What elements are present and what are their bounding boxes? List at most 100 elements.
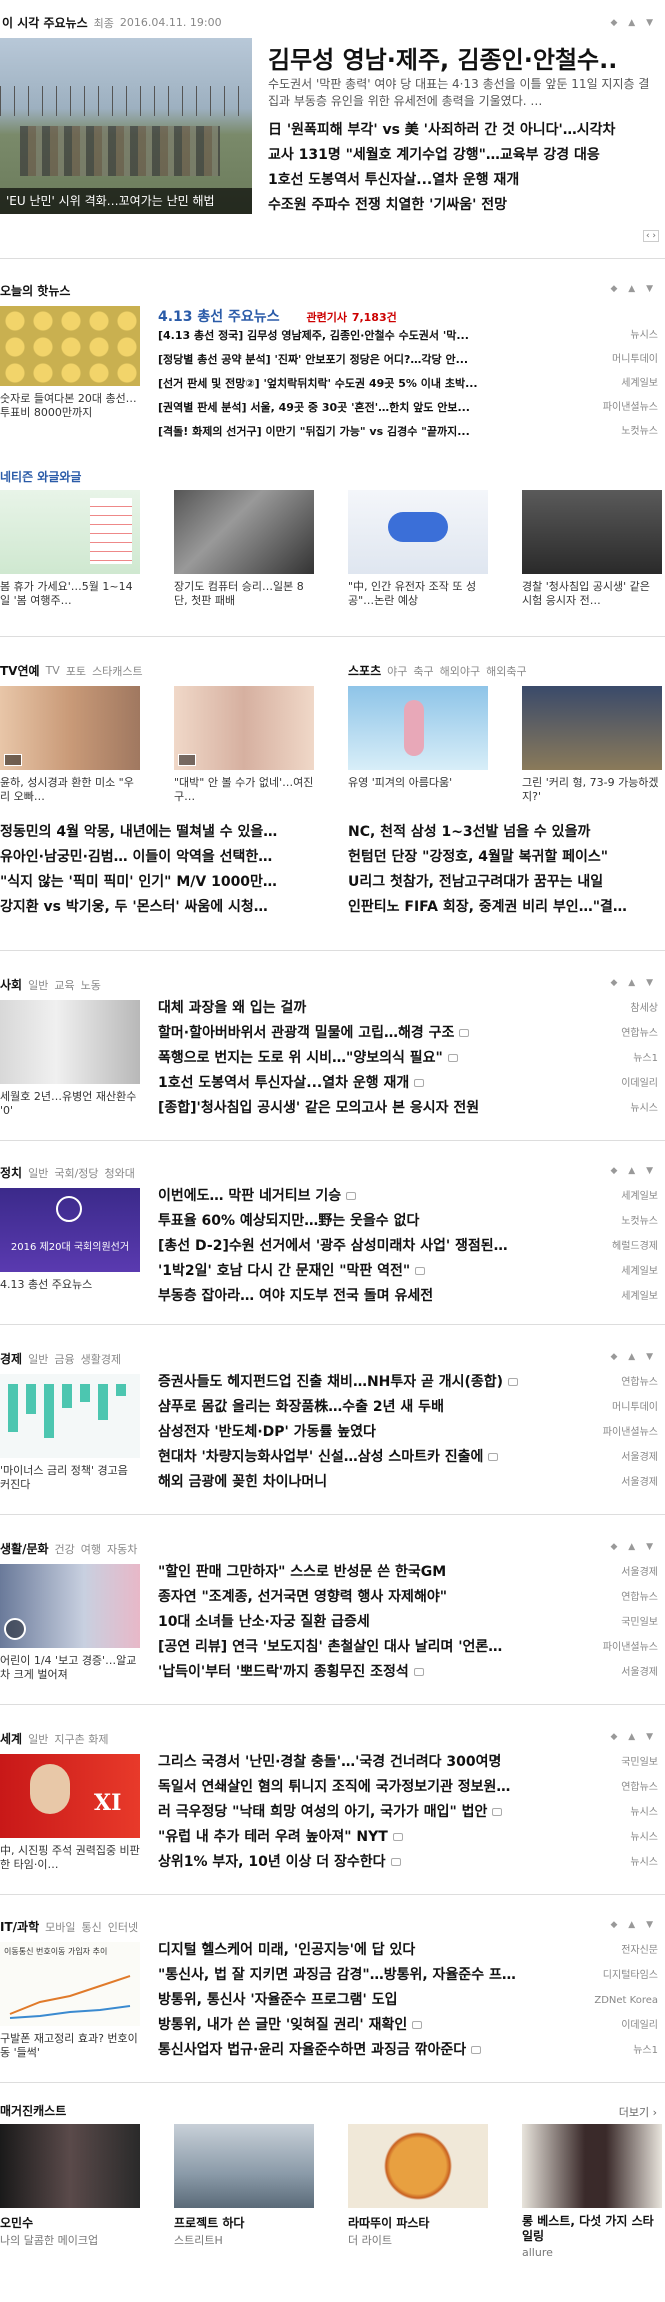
section-controls[interactable]: ◆ ▲ ▼ <box>611 1352 658 1362</box>
sports-tab[interactable]: 해외축구 <box>486 663 526 679</box>
net-caption[interactable]: 경찰 '청사침입 공시생' 같은 시험 응시자 전… <box>522 580 662 610</box>
list-item[interactable]: 헌텀던 단장 "강정호, 4월말 복귀할 페이스" <box>348 845 662 870</box>
pager-arrows[interactable]: ‹ › <box>642 230 659 242</box>
list-item[interactable]: [정당별 총선 공약 분석] '진짜' 안보포기 정당은 어디?…각당 안...… <box>158 348 658 372</box>
economy-chart-photo[interactable] <box>0 1374 140 1458</box>
list-item[interactable]: 독일서 연쇄살인 혐의 튀니지 조직에 국가정보기관 정보원… 연합뉴스 <box>158 1775 658 1800</box>
list-item[interactable]: NC, 천적 삼성 1~3선발 넘을 수 있을까 <box>348 820 662 845</box>
section-controls[interactable]: ◆ ▲ ▼ <box>611 1920 658 1930</box>
list-item[interactable]: 유아인·남궁민·김범… 이들이 악역을 선택한… <box>0 845 318 870</box>
list-item[interactable]: 삼성전자 '반도체·DP' 가동률 높였다 파이낸셜뉴스 <box>158 1420 658 1445</box>
politics-tab[interactable]: 일반 <box>28 1165 48 1181</box>
magazine-item-title[interactable]: 롱 베스트, 다섯 가지 스타일링 <box>522 2214 662 2244</box>
list-item[interactable]: 1호선 도봉역서 투신자살...열차 운행 재개 이데일리 <box>158 1071 658 1096</box>
list-item[interactable]: "유럽 내 추가 테러 우려 높아져" NYT 뉴시스 <box>158 1825 658 1850</box>
top-link[interactable]: 수조원 주파수 전쟁 치열한 '기싸움' 전망 <box>268 193 658 218</box>
section-controls[interactable]: ◆ ▲ ▼ <box>611 1732 658 1742</box>
headline-summary[interactable]: 수도권서 '막판 총력' 여야 당 대표는 4·13 총선을 이틀 앞둔 11일… <box>268 76 658 112</box>
economy-caption[interactable]: '마이너스 금리 정책' 경고음 커진다 <box>0 1464 140 1494</box>
top-link[interactable]: 1호선 도봉역서 투신자살...열차 운행 재개 <box>268 168 658 193</box>
politics-photo[interactable]: 2016 제20대 국회의원선거 <box>0 1188 140 1272</box>
list-item[interactable]: 인판티노 FIFA 회장, 중계권 비리 부인…"결… <box>348 895 662 920</box>
tv-tab[interactable]: TV <box>46 664 60 677</box>
sports-tab[interactable]: 야구 <box>387 663 407 679</box>
top-link[interactable]: 교사 131명 "세월호 계기수업 강행"…교육부 강경 대응 <box>268 143 658 168</box>
headline[interactable]: 김무성 영남·제주, 김종인·안철수.. <box>268 40 658 75</box>
world-photo[interactable]: XI <box>0 1754 140 1838</box>
coins-photo[interactable] <box>0 306 140 386</box>
magazine-item-title[interactable]: 오민수 <box>0 2214 140 2231</box>
tv-tab[interactable]: 포토 <box>66 663 86 679</box>
list-item[interactable]: [총선 D-2]수원 선거에서 '광주 삼성미래차 사업' 쟁점된… 헤럴드경제 <box>158 1234 658 1259</box>
list-item[interactable]: 할머·할아버바위서 관광객 밀물에 고립…해경 구조 연합뉴스 <box>158 1021 658 1046</box>
list-item[interactable]: 대체 과장을 왜 입는 걸까 참세상 <box>158 996 658 1021</box>
list-item[interactable]: "통신사, 법 잘 지키면 과징금 감경"…방통위, 자율준수 프… 디지털타임스 <box>158 1963 658 1988</box>
net-caption[interactable]: "中, 인간 유전자 조작 또 성공"…논란 예상 <box>348 580 488 610</box>
life-caption[interactable]: 어린이 1/4 '보고 경증'…알교차 크게 벌어져 <box>0 1654 140 1684</box>
it-chart-photo[interactable]: 이동통신 번호이동 가입자 추이 <box>0 1942 140 2026</box>
list-item[interactable]: 샴푸로 몸값 올리는 화장품株…수출 2년 새 두배 머니투데이 <box>158 1395 658 1420</box>
economy-tab[interactable]: 일반 <box>28 1351 48 1367</box>
list-item[interactable]: "할인 판매 그만하자" 스스로 반성문 쓴 한국GM 서울경제 <box>158 1560 658 1585</box>
tv-tab[interactable]: 스타캐스트 <box>92 663 143 679</box>
baduk-photo[interactable] <box>174 490 314 574</box>
tv-caption[interactable]: "대박" 안 볼 수가 없네'…여진구… <box>174 776 314 806</box>
list-item[interactable]: 디지털 헬스케어 미래, '인공지능'에 답 있다 전자신문 <box>158 1938 658 1963</box>
politics-caption[interactable]: 4.13 총선 주요뉴스 <box>0 1278 140 1294</box>
net-caption[interactable]: 장기도 컴퓨터 승리…일본 8단, 첫판 패배 <box>174 580 314 610</box>
top-link[interactable]: 日 '원폭피해 부각' vs 美 '사죄하러 간 것 아니다'…시각차 <box>268 118 658 143</box>
list-item[interactable]: 이번에도… 막판 네거티브 기승 세계일보 <box>158 1184 658 1209</box>
list-item[interactable]: 강지환 vs 박기웅, 두 '몬스터' 싸움에 시청… <box>0 895 318 920</box>
list-item[interactable]: [종합]'청사침입 공시생' 같은 모의고사 본 응시자 전원 뉴시스 <box>158 1096 658 1121</box>
refugee-photo[interactable]: 'EU 난민' 시위 격화…꼬여가는 난민 해법 <box>0 38 252 214</box>
life-tab[interactable]: 건강 <box>55 1541 75 1557</box>
list-item[interactable]: 종자연 "조계종, 선거국면 영향력 행사 자제해야" 연합뉴스 <box>158 1585 658 1610</box>
list-item[interactable]: 러 극우정당 "낙태 희망 여성의 아기, 국가가 매입" 법안 뉴시스 <box>158 1800 658 1825</box>
list-item[interactable]: '1박2일' 호남 다시 간 문재인 "막판 역전" 세계일보 <box>158 1259 658 1284</box>
police-photo[interactable] <box>522 490 662 574</box>
it-tab[interactable]: 통신 <box>82 1919 102 1935</box>
net-caption[interactable]: 봄 휴가 가세요'…5월 1~14일 '봄 여행주… <box>0 580 140 610</box>
list-item[interactable]: 현대차 '차량지능화사업부' 신설…삼성 스마트카 진출에 서울경제 <box>158 1445 658 1470</box>
economy-tab[interactable]: 금융 <box>54 1351 74 1367</box>
list-item[interactable]: [선거 판세 및 전망②] '엎치락뒤치락' 수도권 49곳 5% 이내 초박.… <box>158 372 658 396</box>
sports-caption[interactable]: 유영 '피겨의 아름다움' <box>348 776 488 806</box>
topic-title[interactable]: 4.13 총선 주요뉴스 관련기사 7,183건 <box>158 306 397 326</box>
economy-tab[interactable]: 생활경제 <box>81 1351 121 1367</box>
sports-caption[interactable]: 그린 '커리 형, 73-9 가능하겠지?' <box>522 776 662 806</box>
list-item[interactable]: 증권사들도 헤지펀드업 진출 채비…NH투자 곧 개시(종합) 연합뉴스 <box>158 1370 658 1395</box>
tv-caption[interactable]: 윤하, 성시경과 환한 미소 "우리 오빠… <box>0 776 140 806</box>
magazine-photo-1[interactable] <box>0 2124 140 2208</box>
sports-tab[interactable]: 축구 <box>413 663 433 679</box>
sports-photo-1[interactable] <box>348 686 488 770</box>
section-controls[interactable]: ◆ ▲ ▼ <box>611 1166 658 1176</box>
list-item[interactable]: 통신사업자 법규·윤리 자율준수하면 과징금 깎아준다 뉴스1 <box>158 2038 658 2063</box>
world-tab[interactable]: 지구촌 화제 <box>54 1731 108 1747</box>
sports-photo-2[interactable] <box>522 686 662 770</box>
life-tab[interactable]: 자동차 <box>107 1541 137 1557</box>
list-item[interactable]: U리그 첫참가, 전남고구려대가 꿈꾸는 내일 <box>348 870 662 895</box>
list-item[interactable]: 10대 소녀들 난소·자궁 질환 급증세 국민일보 <box>158 1610 658 1635</box>
list-item[interactable]: [4.13 총선 정국] 김무성 영남제주, 김종인·안철수 수도권서 '막..… <box>158 324 658 348</box>
list-item[interactable]: [격돌! 화제의 선거구] 이만기 "뒤집기 가능" vs 김경수 "끝까지..… <box>158 420 658 444</box>
society-photo[interactable] <box>0 1000 140 1084</box>
list-item[interactable]: '납득이'부터 '뽀드락'까지 종횡무진 조정석 서울경제 <box>158 1660 658 1685</box>
calendar-photo[interactable] <box>0 490 140 574</box>
section-controls[interactable]: ◆ ▲ ▼ <box>611 1542 658 1552</box>
section-controls[interactable]: ◆ ▲ ▼ <box>611 978 658 988</box>
top-news-tab[interactable]: 최종 <box>94 15 114 31</box>
list-item[interactable]: 상위1% 부자, 10년 이상 더 장수한다 뉴시스 <box>158 1850 658 1875</box>
world-tab[interactable]: 일반 <box>28 1731 48 1747</box>
politics-tab[interactable]: 청와대 <box>105 1165 135 1181</box>
more-link[interactable]: 더보기 › <box>619 2104 657 2120</box>
today-caption[interactable]: 숫자로 들여다본 20대 총선…투표비 8000만까지 <box>0 392 145 422</box>
list-item[interactable]: 투표율 60% 예상되지만…野는 웃을수 없다 노컷뉴스 <box>158 1209 658 1234</box>
list-item[interactable]: 해외 금광에 꽂힌 차이나머니 서울경제 <box>158 1470 658 1495</box>
list-item[interactable]: [권역별 판세 분석] 서울, 49곳 중 30곳 '혼전'…한치 앞도 안보.… <box>158 396 658 420</box>
magazine-photo-4[interactable] <box>522 2124 662 2208</box>
list-item[interactable]: 폭행으로 번지는 도로 위 시비…"양보의식 필요" 뉴스1 <box>158 1046 658 1071</box>
section-controls[interactable]: ◆ ▲ ▼ <box>611 284 658 294</box>
society-caption[interactable]: 세월호 2년…유병언 재산환수 '0' <box>0 1090 140 1120</box>
list-item[interactable]: 정동민의 4월 악몽, 내년에는 떨쳐낼 수 있을… <box>0 820 318 845</box>
it-tab[interactable]: 모바일 <box>45 1919 75 1935</box>
